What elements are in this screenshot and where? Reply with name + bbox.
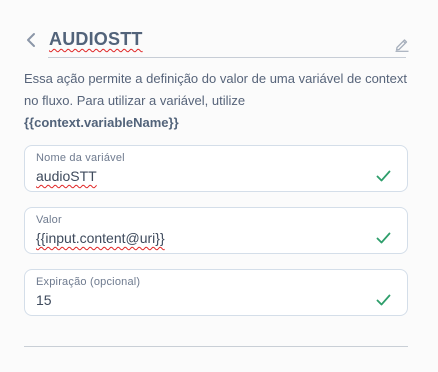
edit-title-button[interactable] bbox=[394, 36, 410, 52]
check-icon bbox=[376, 232, 391, 244]
action-title[interactable]: AUDIOSTT bbox=[49, 29, 143, 50]
bottom-divider bbox=[24, 346, 408, 347]
description-text: Essa ação permite a definição do valor d… bbox=[24, 71, 407, 108]
field-label: Expiração (opcional) bbox=[36, 276, 141, 288]
value-input[interactable]: {{input.content@uri}} bbox=[36, 230, 165, 246]
context-variable-example: {{context.variableName}} bbox=[24, 115, 179, 130]
back-button[interactable] bbox=[24, 31, 40, 49]
check-icon bbox=[376, 294, 391, 306]
title-underline bbox=[48, 57, 406, 58]
pencil-icon bbox=[395, 39, 409, 52]
value-field[interactable]: Valor {{input.content@uri}} bbox=[24, 207, 408, 254]
action-description: Essa ação permite a definição do valor d… bbox=[24, 68, 416, 134]
set-variable-panel: AUDIOSTT Essa ação permite a definição d… bbox=[0, 0, 438, 372]
chevron-left-icon bbox=[27, 33, 35, 47]
variable-name-field[interactable]: Nome da variável audioSTT bbox=[24, 145, 408, 192]
panel-header: AUDIOSTT bbox=[24, 28, 410, 58]
variable-name-input[interactable]: audioSTT bbox=[36, 168, 97, 184]
field-label: Valor bbox=[36, 214, 62, 226]
check-icon bbox=[376, 170, 391, 182]
field-label: Nome da variável bbox=[36, 152, 125, 164]
expiration-input[interactable]: 15 bbox=[36, 292, 52, 308]
expiration-field[interactable]: Expiração (opcional) 15 bbox=[24, 269, 408, 316]
